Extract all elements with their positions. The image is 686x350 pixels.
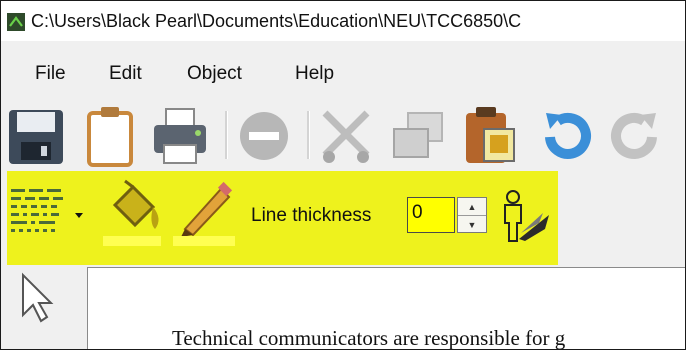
print-icon: [154, 108, 206, 164]
pencil-icon: [181, 181, 233, 237]
arrow-cursor-icon: [22, 272, 54, 323]
document-text[interactable]: Technical communicators are responsible …: [172, 326, 565, 349]
line-thickness-input[interactable]: 0: [407, 197, 455, 233]
paint-bucket-icon: [112, 179, 159, 229]
copy-button[interactable]: [387, 103, 449, 169]
spin-up-arrow-icon[interactable]: ▲: [458, 198, 486, 215]
menu-help[interactable]: Help: [295, 63, 334, 85]
line-color-button[interactable]: [175, 181, 239, 237]
line-style-dropdown[interactable]: [9, 185, 97, 245]
drawing-toolbar: Line thickness 0 ▲ ▼: [7, 171, 558, 265]
toolbar-separator: [307, 111, 310, 159]
fill-color-button[interactable]: [103, 179, 167, 239]
new-page-button[interactable]: [79, 103, 141, 169]
application-window: C:\Users\Black Pearl\Documents\Education…: [0, 0, 686, 350]
shadow-button[interactable]: [495, 189, 553, 243]
menu-bar: File Edit Object Help: [1, 49, 685, 89]
title-bar: C:\Users\Black Pearl\Documents\Education…: [1, 1, 685, 41]
copy-icon: [393, 112, 443, 158]
line-style-icon: [11, 189, 83, 232]
save-button[interactable]: [5, 103, 67, 169]
menu-object[interactable]: Object: [187, 63, 242, 85]
paste-icon: [466, 107, 515, 163]
tool-pane: [7, 265, 77, 349]
spin-down-arrow-icon[interactable]: ▼: [458, 215, 486, 233]
line-thickness-spinner[interactable]: ▲ ▼: [457, 197, 487, 233]
undo-button[interactable]: [535, 103, 597, 169]
cut-icon: [322, 110, 370, 163]
delete-button[interactable]: [233, 103, 295, 169]
new-page-icon: [87, 107, 133, 167]
document-canvas[interactable]: Technical communicators are responsible …: [87, 267, 685, 349]
menu-file[interactable]: File: [35, 63, 66, 85]
undo-icon: [545, 113, 591, 159]
line-color-swatch: [173, 236, 235, 246]
print-button[interactable]: [149, 103, 211, 169]
delete-icon: [240, 112, 288, 160]
save-icon: [9, 110, 63, 164]
app-icon: [7, 13, 25, 31]
cut-button[interactable]: [315, 103, 377, 169]
paste-button[interactable]: [459, 103, 521, 169]
window-title: C:\Users\Black Pearl\Documents\Education…: [31, 11, 522, 31]
line-thickness-label: Line thickness: [251, 205, 372, 226]
redo-icon: [611, 113, 657, 159]
redo-button[interactable]: [605, 103, 667, 169]
menu-edit[interactable]: Edit: [109, 63, 142, 85]
toolbar-separator: [225, 111, 228, 159]
select-tool-button[interactable]: [17, 271, 57, 327]
fill-color-swatch: [103, 236, 161, 246]
person-shadow-icon: [504, 190, 549, 242]
main-toolbar: [1, 97, 685, 175]
